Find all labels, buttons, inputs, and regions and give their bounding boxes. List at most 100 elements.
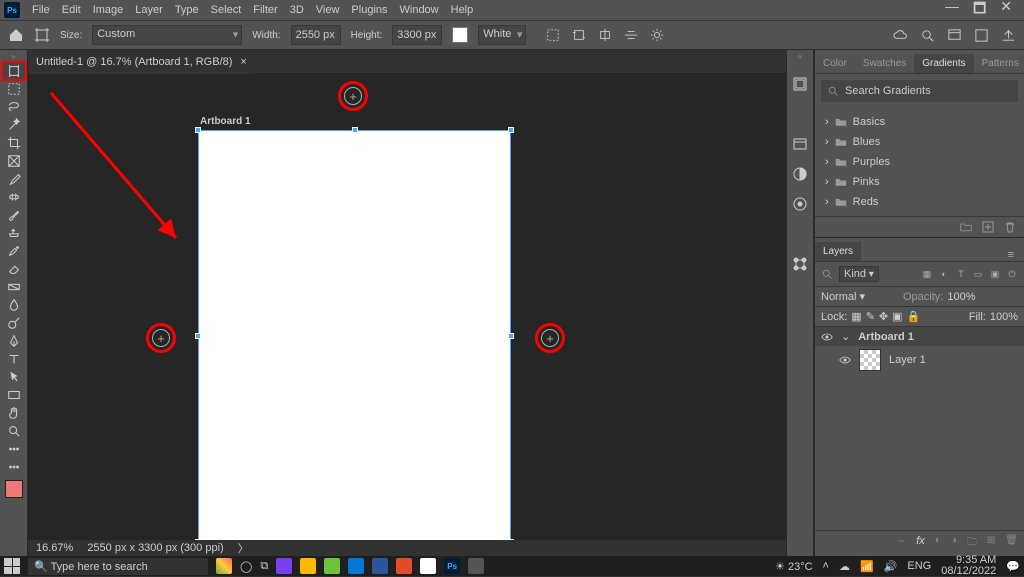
- new-layer-icon[interactable]: ⊞: [987, 535, 995, 552]
- visibility-icon[interactable]: [839, 354, 851, 366]
- properties-panel-icon[interactable]: [792, 136, 808, 152]
- brush-tool[interactable]: [2, 206, 26, 224]
- gradient-folder[interactable]: ›Basics: [823, 112, 1016, 132]
- taskbar-search[interactable]: 🔍 Type here to search: [28, 558, 208, 575]
- filter-toggle-icon[interactable]: ⏻: [1006, 268, 1018, 280]
- fill-swatch[interactable]: [452, 27, 468, 43]
- menu-help[interactable]: Help: [445, 4, 480, 16]
- menu-window[interactable]: Window: [394, 4, 445, 16]
- gradient-folder[interactable]: ›Purples: [823, 152, 1016, 172]
- menu-3d[interactable]: 3D: [284, 4, 310, 16]
- tab-swatches[interactable]: Swatches: [855, 54, 914, 73]
- distribute-icon[interactable]: [598, 28, 612, 42]
- gradient-folder[interactable]: ›Blues: [823, 132, 1016, 152]
- taskbar-app-icon[interactable]: [348, 558, 364, 574]
- height-field[interactable]: 3300 px: [392, 25, 442, 45]
- filter-smart-icon[interactable]: ▣: [989, 268, 1001, 280]
- crop-tool[interactable]: [2, 134, 26, 152]
- wifi-icon[interactable]: 📶: [860, 560, 874, 573]
- lasso-tool[interactable]: [2, 98, 26, 116]
- document-tab[interactable]: Untitled-1 @ 16.7% (Artboard 1, RGB/8) ×: [28, 50, 255, 74]
- eyedropper-tool[interactable]: [2, 170, 26, 188]
- taskbar-app-icon[interactable]: [216, 558, 232, 574]
- link-layers-icon[interactable]: ⇔: [896, 535, 906, 552]
- tab-layers[interactable]: Layers: [815, 242, 861, 261]
- gradient-tool[interactable]: [2, 278, 26, 296]
- tab-close-icon[interactable]: ×: [240, 56, 246, 68]
- close-button[interactable]: ✕: [1000, 0, 1012, 22]
- taskbar-app-icon[interactable]: [396, 558, 412, 574]
- artboard[interactable]: [198, 130, 511, 542]
- magic-wand-tool[interactable]: [2, 116, 26, 134]
- clock[interactable]: 9:35 AM08/12/2022: [941, 555, 996, 577]
- libraries-panel-icon[interactable]: [792, 196, 808, 212]
- taskbar-taskview-icon[interactable]: ⧉: [260, 560, 268, 573]
- menu-image[interactable]: Image: [87, 4, 130, 16]
- mask-icon[interactable]: ◐: [935, 535, 941, 552]
- home-icon[interactable]: [8, 27, 24, 43]
- tab-gradients[interactable]: Gradients: [914, 54, 973, 73]
- blend-mode-select[interactable]: Normal ▾: [821, 290, 899, 303]
- artboard-tool[interactable]: [2, 62, 26, 80]
- filter-type-icon[interactable]: T: [955, 268, 967, 280]
- handle-mid-left[interactable]: [195, 333, 201, 339]
- notifications-icon[interactable]: 💬: [1006, 560, 1020, 573]
- taskbar-app-icon[interactable]: [300, 558, 316, 574]
- search-icon[interactable]: [920, 28, 935, 43]
- tab-patterns[interactable]: Patterns: [974, 54, 1024, 73]
- new-folder-icon[interactable]: [960, 221, 972, 233]
- menu-file[interactable]: File: [26, 4, 56, 16]
- minimize-button[interactable]: —: [945, 0, 959, 22]
- gradient-folder[interactable]: ›Reds: [823, 192, 1016, 212]
- visibility-icon[interactable]: [821, 331, 833, 343]
- workspace-icon[interactable]: [947, 28, 962, 43]
- menu-plugins[interactable]: Plugins: [345, 4, 393, 16]
- opacity-field[interactable]: 100%: [947, 291, 975, 303]
- gradient-folder[interactable]: ›Pinks: [823, 172, 1016, 192]
- align-center-icon[interactable]: [624, 28, 638, 42]
- lock-transparent-icon[interactable]: ▦: [851, 310, 861, 323]
- layer-row[interactable]: Layer 1: [815, 346, 1024, 374]
- toolbar-more[interactable]: [2, 440, 26, 458]
- lock-artboard-icon[interactable]: ▣: [892, 310, 902, 323]
- taskbar-app-icon[interactable]: [276, 558, 292, 574]
- new-item-icon[interactable]: [982, 221, 994, 233]
- paths-panel-icon[interactable]: [792, 256, 808, 272]
- tab-color[interactable]: Color: [815, 54, 855, 73]
- trash-icon[interactable]: [1004, 221, 1016, 233]
- filter-adjust-icon[interactable]: ◐: [938, 268, 950, 280]
- clone-stamp-tool[interactable]: [2, 224, 26, 242]
- search-gradients-input[interactable]: Search Gradients: [821, 80, 1018, 102]
- menu-filter[interactable]: Filter: [247, 4, 283, 16]
- delete-layer-icon[interactable]: 🗑: [1005, 535, 1018, 552]
- menu-view[interactable]: View: [310, 4, 346, 16]
- menu-edit[interactable]: Edit: [56, 4, 87, 16]
- artboard-label[interactable]: Artboard 1: [200, 116, 251, 127]
- fill-select[interactable]: White: [478, 25, 526, 45]
- weather-widget[interactable]: ☀ 23°C: [775, 560, 813, 573]
- handle-top-mid[interactable]: [352, 127, 358, 133]
- menu-layer[interactable]: Layer: [129, 4, 169, 16]
- language-indicator[interactable]: ENG: [907, 560, 931, 572]
- history-brush-tool[interactable]: [2, 242, 26, 260]
- canvas[interactable]: Artboard 1 + + +: [28, 74, 786, 540]
- new-group-icon[interactable]: 🗀: [967, 535, 977, 552]
- marquee-tool[interactable]: [2, 80, 26, 98]
- rectangle-tool[interactable]: [2, 386, 26, 404]
- foreground-color-swatch[interactable]: [5, 480, 23, 498]
- filter-shape-icon[interactable]: ▭: [972, 268, 984, 280]
- healing-brush-tool[interactable]: [2, 188, 26, 206]
- panel-menu-icon[interactable]: ≡: [1004, 249, 1018, 261]
- path-select-tool[interactable]: [2, 368, 26, 386]
- align-icon[interactable]: [546, 28, 560, 42]
- filter-pixel-icon[interactable]: ▦: [921, 268, 933, 280]
- volume-icon[interactable]: 🔊: [884, 560, 898, 573]
- lock-position-icon[interactable]: ✥: [879, 310, 888, 323]
- blur-tool[interactable]: [2, 296, 26, 314]
- layer-filter-kind[interactable]: Kind ▾: [839, 266, 879, 282]
- lock-brush-icon[interactable]: ✎: [866, 310, 875, 323]
- taskbar-app-icon[interactable]: [420, 558, 436, 574]
- size-select[interactable]: Custom: [92, 25, 242, 45]
- handle-top-right[interactable]: [508, 127, 514, 133]
- toolbar-expand[interactable]: »: [0, 52, 27, 62]
